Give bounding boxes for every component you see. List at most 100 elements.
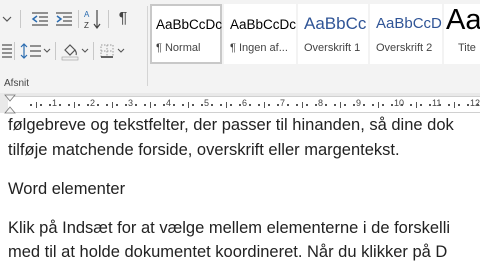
separator: [20, 10, 21, 28]
style-name: ¶ Normal: [156, 42, 201, 54]
style-sample: AaBbCcD: [376, 15, 442, 32]
ruler-tick: [340, 102, 341, 108]
ruler-tick: [188, 102, 189, 108]
sort-icon[interactable]: AZ: [83, 7, 103, 31]
ruler-number: 10: [394, 98, 405, 108]
pilcrow-icon[interactable]: ¶: [113, 8, 133, 30]
ruler-dot: [58, 104, 61, 106]
ruler-dot: [410, 104, 413, 106]
paragraph-line: med til at holde dokumentet koordineret.…: [8, 243, 448, 261]
ruler-dot: [334, 104, 337, 106]
ruler-number: 1: [52, 98, 58, 108]
shading-icon[interactable]: [60, 39, 80, 63]
ruler-dot: [96, 104, 99, 106]
ruler-tick: [264, 102, 265, 108]
style-title[interactable]: Aa Tite: [444, 4, 480, 64]
ruler-dot: [258, 104, 261, 106]
chevron-down-icon[interactable]: [116, 40, 126, 62]
ruler-dot: [30, 104, 33, 106]
ruler-dot: [457, 104, 460, 106]
justify-icon[interactable]: [0, 40, 14, 62]
ruler-tick: [112, 102, 113, 108]
svg-text:A: A: [84, 10, 90, 19]
ruler-dot: [467, 104, 470, 106]
styles-gallery: AaBbCcDc ¶ Normal AaBbCcDc ¶ Ingen af...…: [150, 4, 480, 64]
style-name: Overskrift 1: [304, 42, 361, 54]
ruler-tick: [302, 102, 303, 108]
ruler-dot: [210, 104, 213, 106]
ruler-number: 4: [166, 98, 172, 108]
separator: [78, 10, 79, 28]
list-dropdown-icon[interactable]: [0, 8, 14, 30]
ruler-dot: [362, 104, 365, 106]
style-sample: Aa: [446, 4, 480, 36]
ruler-dot: [315, 104, 318, 106]
ruler-dot: [220, 104, 223, 106]
ruler-number: 3: [128, 98, 134, 108]
paragraph-line: tilføje matchende forside, overskrift el…: [8, 141, 400, 159]
style-sample: AaBbCcDc: [156, 17, 223, 32]
increase-indent-icon[interactable]: [54, 8, 74, 30]
style-name: Tite: [458, 42, 476, 54]
ruler-dot: [239, 104, 242, 106]
ruler-number: 6: [242, 98, 248, 108]
ruler-dot: [182, 104, 185, 106]
style-name: Overskrift 2: [376, 42, 433, 54]
ruler-dot: [87, 104, 90, 106]
ruler-number: 8: [318, 98, 324, 108]
ruler-dot: [381, 104, 384, 106]
document-page[interactable]: følgebreve og tekstfelter, der passer ti…: [0, 114, 480, 261]
ruler-tick: [150, 102, 151, 108]
ruler-dot: [49, 104, 52, 106]
svg-text:Z: Z: [84, 21, 89, 30]
ruler-dot: [400, 104, 403, 106]
paragraph-line: Klik på Indsæt for at vælge mellem eleme…: [8, 219, 451, 237]
ruler-number: 12: [470, 98, 480, 108]
ruler-dot: [172, 104, 175, 106]
ruler-dot: [68, 104, 71, 106]
ruler-dot: [115, 104, 118, 106]
paragraph-group: AZ ¶ Afsnit: [0, 0, 145, 93]
heading-word-elements: Word elementer: [8, 180, 126, 198]
separator: [93, 42, 94, 60]
ruler-dot: [77, 104, 80, 106]
horizontal-ruler[interactable]: 1 2 3 4 5 6 7 8 9 10 11 12: [8, 96, 480, 113]
chevron-down-icon[interactable]: [80, 40, 90, 62]
ruler-number: 2: [90, 98, 96, 108]
group-divider: [147, 6, 148, 86]
ruler-dot: [476, 104, 479, 106]
ruler-dot: [248, 104, 251, 106]
ruler-dot: [201, 104, 204, 106]
ruler-dot: [372, 104, 375, 106]
style-name: ¶ Ingen af...: [230, 42, 288, 54]
ruler-dot: [125, 104, 128, 106]
style-sample: AaBbCc: [304, 14, 367, 33]
ruler-dot: [305, 104, 308, 106]
ruler-dot: [296, 104, 299, 106]
ruler-tick: [416, 102, 417, 108]
ruler-tick: [74, 102, 75, 108]
style-heading-1[interactable]: AaBbCc Overskrift 1: [298, 4, 368, 64]
ruler-number: 7: [280, 98, 286, 108]
line-spacing-icon[interactable]: [20, 40, 42, 62]
ruler-dot: [419, 104, 422, 106]
decrease-indent-icon[interactable]: [30, 8, 50, 30]
separator: [55, 42, 56, 60]
ruler-number: 5: [204, 98, 210, 108]
ruler-number: 11: [432, 98, 442, 108]
style-normal[interactable]: AaBbCcDc ¶ Normal: [150, 4, 222, 64]
style-heading-2[interactable]: AaBbCcD Overskrift 2: [370, 4, 442, 64]
separator: [14, 42, 15, 60]
ruler-dot: [286, 104, 289, 106]
chevron-down-icon[interactable]: [42, 40, 52, 62]
ruler-dot: [277, 104, 280, 106]
ribbon: AZ ¶ Afsnit AaBbCcDc ¶ Normal AaBbCcDc ¶…: [0, 0, 480, 94]
style-no-spacing[interactable]: AaBbCcDc ¶ Ingen af...: [224, 4, 296, 64]
borders-icon[interactable]: [98, 40, 116, 62]
ruler-tick: [378, 102, 379, 108]
ruler-number: 9: [356, 98, 362, 108]
ruler-dot: [39, 104, 42, 106]
ruler-dot: [353, 104, 356, 106]
ruler-dot: [267, 104, 270, 106]
ruler-dot: [229, 104, 232, 106]
